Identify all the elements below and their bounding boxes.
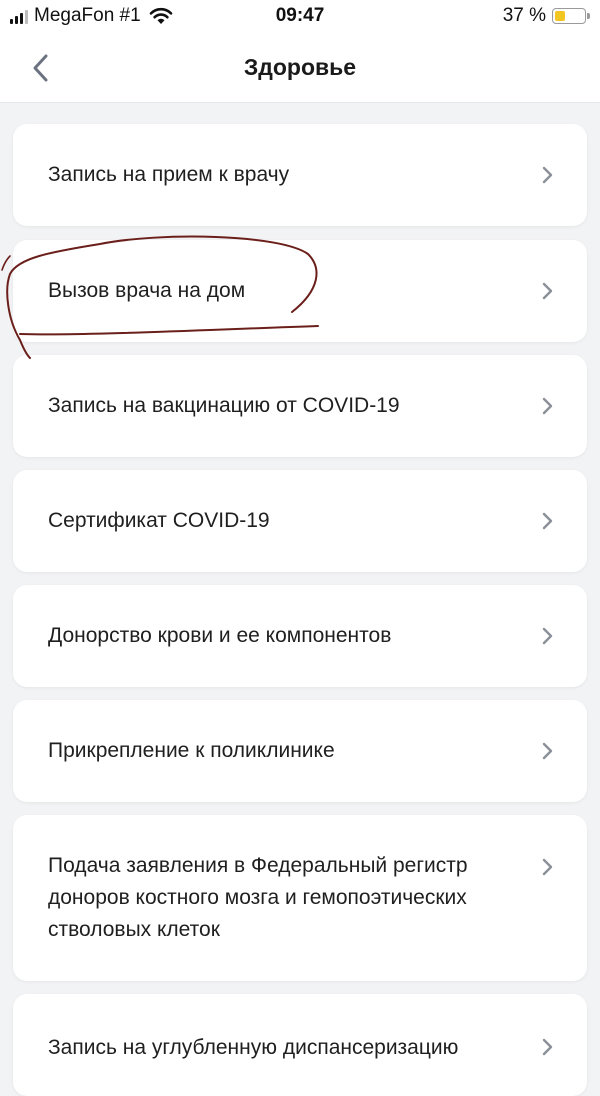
list-item-covid-vaccination[interactable]: Запись на вакцинацию от COVID-19 — [13, 355, 587, 457]
nav-bar: Здоровье — [0, 34, 600, 103]
page-title: Здоровье — [243, 54, 357, 80]
list-item-label: Запись на прием к врачу — [48, 163, 290, 186]
list-item-covid-certificate[interactable]: Сертификат COVID-19 — [13, 470, 587, 572]
status-bar: MegaFon #1 09:47 37 % — [0, 0, 600, 34]
chevron-right-icon — [542, 512, 553, 530]
list-item-label: Запись на вакцинацию от COVID-19 — [48, 394, 400, 417]
status-right: 37 % — [503, 5, 590, 27]
list-item-label: Донорство крови и ее компонентов — [48, 624, 392, 647]
list-item-label: Запись на углубленную диспансеризацию — [48, 1036, 459, 1059]
chevron-right-icon — [542, 397, 553, 415]
list-item-clinic-attachment[interactable]: Прикрепление к поликлинике — [13, 700, 587, 802]
list-item-label: Сертификат COVID-19 — [48, 509, 270, 532]
chevron-right-icon — [542, 742, 553, 760]
battery-icon — [552, 8, 586, 24]
list-item-label: Подача заявления в Федеральный регистр д… — [48, 854, 468, 941]
battery-percent: 37 % — [502, 5, 546, 26]
battery-fill — [555, 11, 565, 21]
chevron-right-icon — [542, 282, 553, 300]
chevron-right-icon — [542, 627, 553, 645]
list-item-label: Прикрепление к поликлинике — [48, 739, 335, 762]
list-item-extended-checkup[interactable]: Запись на углубленную диспансеризацию — [13, 994, 587, 1096]
battery-cap — [587, 13, 590, 19]
list-item-doctor-home-visit[interactable]: Вызов врача на дом — [13, 240, 587, 342]
chevron-right-icon — [542, 858, 553, 876]
list-item-bone-marrow-registry[interactable]: Подача заявления в Федеральный регистр д… — [13, 815, 587, 981]
list-item-label: Вызов врача на дом — [48, 279, 246, 302]
chevron-right-icon — [542, 166, 553, 184]
list-item-blood-donation[interactable]: Донорство крови и ее компонентов — [13, 585, 587, 687]
chevron-right-icon — [542, 1038, 553, 1056]
list-item-doctor-appointment[interactable]: Запись на прием к врачу — [13, 124, 587, 226]
